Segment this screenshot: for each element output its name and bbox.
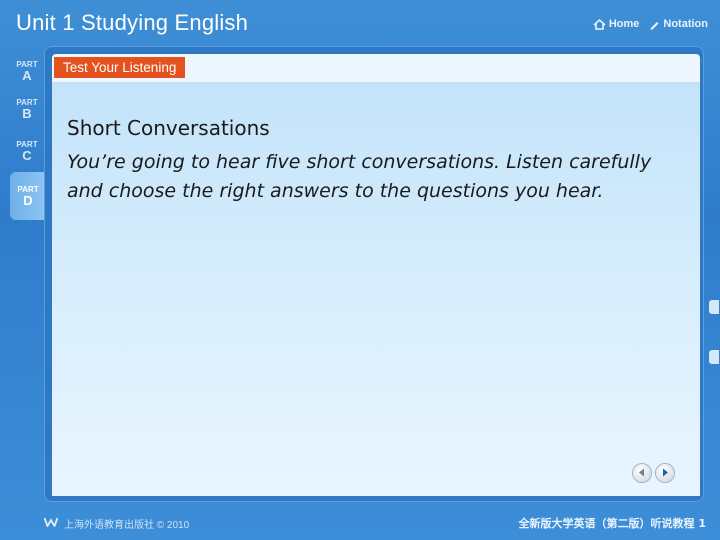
section-label: Test Your Listening [54, 57, 186, 78]
notation-label: Notation [663, 18, 708, 30]
pager [633, 464, 674, 482]
sidebar-tab-part-b[interactable]: PART B [10, 90, 44, 128]
section-heading: Short Conversations [67, 116, 270, 140]
publisher-logo-icon [43, 517, 59, 530]
scroll-handle-upper[interactable] [709, 300, 719, 314]
sidebar-tab-part-a[interactable]: PART A [10, 52, 44, 90]
tab-letter: A [22, 68, 32, 83]
tab-letter: C [22, 148, 32, 163]
notation-link[interactable]: Notation [649, 18, 708, 30]
arrow-left-icon [638, 464, 646, 482]
sidebar-tab-part-d[interactable]: PART D [10, 172, 46, 220]
tab-letter: D [23, 193, 33, 208]
top-nav: Home Notation [593, 18, 708, 30]
next-button[interactable] [656, 464, 674, 482]
footer-course-title: 全新版大学英语（第二版）听说教程 1 [518, 517, 706, 530]
tab-letter: B [22, 106, 32, 121]
arrow-right-icon [661, 464, 669, 482]
instruction-text: You’re going to hear five short conversa… [67, 151, 652, 202]
home-link[interactable]: Home [593, 18, 640, 30]
home-label: Home [608, 18, 640, 30]
home-icon [593, 18, 606, 30]
scroll-handle-lower[interactable] [709, 350, 719, 364]
content-area [52, 82, 700, 496]
prev-button[interactable] [633, 464, 651, 482]
footer-publisher: 上海外语教育出版社 © 2010 [43, 516, 190, 531]
page-title: Unit 1 Studying English [16, 10, 249, 35]
sidebar-tab-part-c[interactable]: PART C [10, 132, 44, 170]
publisher-text: 上海外语教育出版社 © 2010 [64, 520, 190, 531]
pencil-icon [649, 19, 660, 30]
